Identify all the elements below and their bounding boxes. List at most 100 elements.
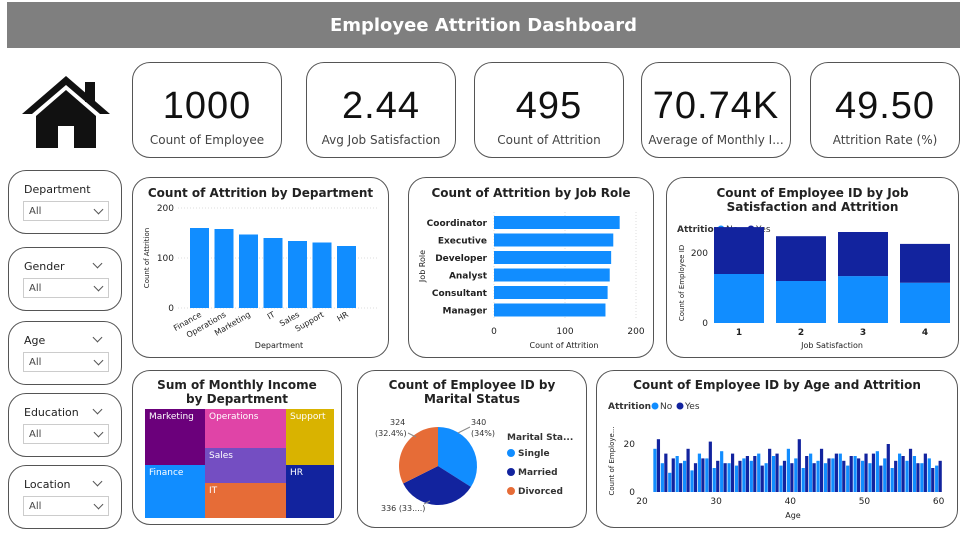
location-dropdown[interactable]: All xyxy=(23,496,109,516)
bar[interactable] xyxy=(908,448,913,492)
bar[interactable] xyxy=(920,463,924,492)
bar[interactable] xyxy=(935,465,939,492)
department-bar-chart[interactable]: 0100200FinanceOperationsMarketing IT Sales… xyxy=(133,178,390,359)
treemap-tile[interactable]: Finance xyxy=(145,465,205,518)
bar[interactable] xyxy=(782,460,787,492)
bar[interactable] xyxy=(864,453,868,492)
chevron-down-icon[interactable] xyxy=(92,258,103,269)
chart-attrition-by-job-role[interactable]: Count of Attrition by Job Role 0 100 200 Co… xyxy=(408,177,654,358)
education-dropdown[interactable]: All xyxy=(23,424,109,444)
bar[interactable] xyxy=(712,468,716,492)
bar[interactable] xyxy=(809,453,813,492)
bar[interactable] xyxy=(849,456,853,492)
bar[interactable] xyxy=(720,451,724,492)
bar[interactable] xyxy=(745,456,750,492)
bar[interactable] xyxy=(823,463,828,492)
treemap-tile[interactable]: IT xyxy=(205,483,286,518)
bar[interactable] xyxy=(337,246,356,308)
bar[interactable] xyxy=(679,463,683,492)
bar[interactable] xyxy=(727,463,731,492)
bar[interactable] xyxy=(682,460,687,492)
bar[interactable] xyxy=(190,228,209,308)
bar[interactable] xyxy=(831,458,835,492)
chart-monthly-income-by-department[interactable]: Sum of Monthly Income by Department Mark… xyxy=(132,370,342,525)
bar[interactable] xyxy=(757,453,761,492)
bar[interactable] xyxy=(819,448,824,492)
bar[interactable] xyxy=(786,448,790,492)
bar[interactable] xyxy=(675,456,679,492)
bar[interactable] xyxy=(905,460,909,492)
bar[interactable] xyxy=(312,242,332,309)
bar[interactable] xyxy=(686,448,690,492)
bar[interactable] xyxy=(853,456,857,492)
bar[interactable] xyxy=(494,268,610,282)
bar[interactable] xyxy=(812,463,816,492)
gender-dropdown[interactable]: All xyxy=(23,278,109,298)
bar[interactable] xyxy=(697,453,702,492)
bar[interactable] xyxy=(857,458,861,492)
bar[interactable] xyxy=(838,453,842,492)
bar[interactable] xyxy=(846,465,850,492)
bar[interactable] xyxy=(716,460,720,492)
age-clustered-bar-chart[interactable]: Attrition No Yes02020 30 40 50 60AgeCount of E… xyxy=(597,371,959,529)
bar-segment[interactable] xyxy=(714,227,764,274)
bar[interactable] xyxy=(794,458,798,492)
bar[interactable] xyxy=(768,448,772,492)
bar[interactable] xyxy=(690,470,694,492)
bar-segment[interactable] xyxy=(900,282,950,323)
bar[interactable] xyxy=(790,463,794,492)
bar[interactable] xyxy=(894,460,898,492)
bar[interactable] xyxy=(827,458,831,492)
treemap-tile[interactable]: Operations xyxy=(205,409,286,448)
bar[interactable] xyxy=(239,234,258,309)
bar-segment[interactable] xyxy=(776,236,826,281)
bar-segment[interactable] xyxy=(776,281,826,323)
bar[interactable] xyxy=(875,451,879,492)
bar-segment[interactable] xyxy=(838,276,888,323)
bar[interactable] xyxy=(734,465,739,492)
chevron-down-icon[interactable] xyxy=(92,404,103,415)
bar[interactable] xyxy=(494,216,620,229)
bar[interactable] xyxy=(764,463,768,492)
bar[interactable] xyxy=(749,460,753,492)
chart-employees-by-age[interactable]: Count of Employee ID by Age and Attritio… xyxy=(596,370,958,528)
treemap-tile[interactable]: Marketing xyxy=(145,409,207,465)
chevron-down-icon[interactable] xyxy=(92,332,103,343)
bar[interactable] xyxy=(898,453,902,492)
bar-segment[interactable] xyxy=(714,274,764,323)
bar[interactable] xyxy=(656,439,661,492)
bar[interactable] xyxy=(263,238,283,308)
bar[interactable] xyxy=(494,233,614,247)
bar[interactable] xyxy=(653,448,657,492)
department-dropdown[interactable]: All xyxy=(23,201,109,221)
bar[interactable] xyxy=(771,456,776,492)
chart-employees-by-job-satisfaction[interactable]: Count of Employee ID by Job Satisfaction… xyxy=(666,177,959,358)
bar[interactable] xyxy=(834,453,838,492)
bar[interactable] xyxy=(860,460,865,492)
bar[interactable] xyxy=(288,241,307,308)
bar[interactable] xyxy=(890,468,894,492)
bar[interactable] xyxy=(693,463,698,492)
bar[interactable] xyxy=(816,460,820,492)
treemap-tile[interactable]: Sales xyxy=(205,448,286,483)
bar[interactable] xyxy=(779,465,783,492)
bar[interactable] xyxy=(760,465,764,492)
chevron-down-icon[interactable] xyxy=(92,476,103,487)
bar[interactable] xyxy=(668,472,672,492)
bar[interactable] xyxy=(912,456,917,492)
bar[interactable] xyxy=(801,468,805,492)
bar[interactable] xyxy=(797,439,801,492)
bar[interactable] xyxy=(723,463,727,492)
age-dropdown[interactable]: All xyxy=(23,352,109,372)
bar[interactable] xyxy=(927,458,931,492)
bar[interactable] xyxy=(879,465,883,492)
bar[interactable] xyxy=(660,463,664,492)
bar-segment[interactable] xyxy=(900,243,950,283)
bar[interactable] xyxy=(753,456,757,492)
home-icon[interactable] xyxy=(20,74,112,150)
bar[interactable] xyxy=(916,463,920,492)
bar[interactable] xyxy=(842,460,846,492)
bar[interactable] xyxy=(868,463,872,492)
bar[interactable] xyxy=(805,456,809,492)
bar[interactable] xyxy=(664,453,668,492)
